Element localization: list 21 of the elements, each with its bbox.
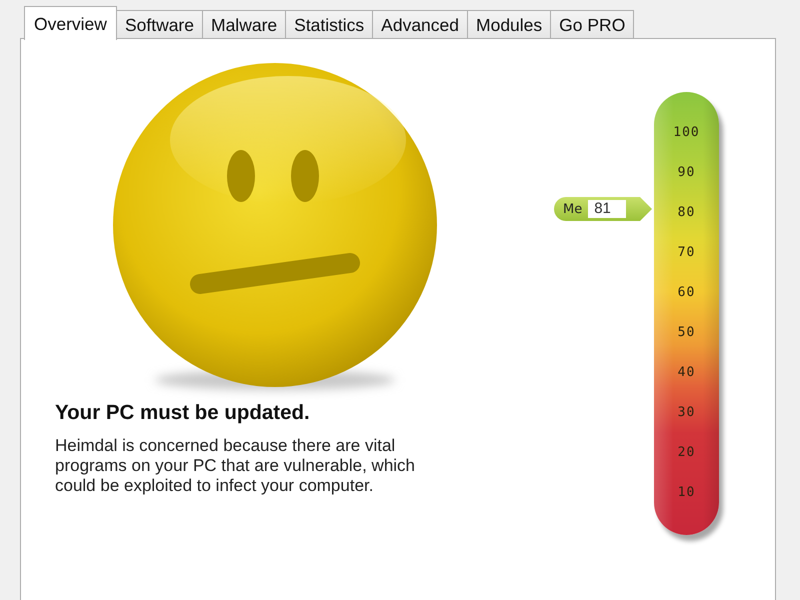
scale-label: 10 [678, 484, 696, 502]
tab[interactable]: Overview [24, 6, 117, 40]
marker-reading: 81 [588, 200, 626, 218]
tab[interactable]: Modules [467, 10, 552, 38]
scale-label: 50 [678, 324, 696, 342]
scale-label: 20 [678, 444, 696, 462]
scale-label: 30 [678, 404, 696, 422]
tab[interactable]: Statistics [285, 10, 374, 38]
scale-label: 100 [673, 124, 700, 142]
status-heading: Your PC must be updated. [55, 400, 310, 426]
status-description: Heimdal is concerned because there are vital programs on your PC that are vulnerable, which could be exploited to infect your computer. [55, 436, 416, 496]
scale-label: 70 [678, 244, 696, 262]
tab[interactable]: Go PRO [550, 10, 634, 38]
tab[interactable]: Malware [202, 10, 286, 38]
scale-label: 90 [678, 164, 696, 182]
scale-label: 60 [678, 284, 696, 302]
scale-label: 40 [678, 364, 696, 382]
marker-label: Me [563, 202, 582, 216]
scale-label: 80 [678, 204, 696, 222]
tab[interactable]: Advanced [372, 10, 468, 38]
tab[interactable]: Software [116, 10, 203, 38]
